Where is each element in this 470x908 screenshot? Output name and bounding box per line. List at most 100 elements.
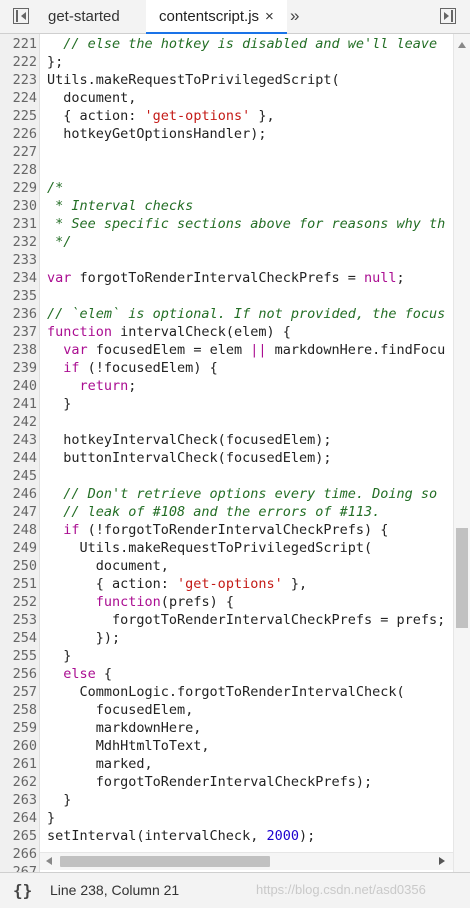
code-token: } — [47, 396, 72, 412]
line-number[interactable]: 239 — [0, 359, 37, 377]
line-number[interactable]: 264 — [0, 809, 37, 827]
line-number[interactable]: 231 — [0, 215, 37, 233]
line-number[interactable]: 249 — [0, 539, 37, 557]
tab-contentscript[interactable]: contentscript.js × — [146, 0, 287, 34]
line-number[interactable]: 251 — [0, 575, 37, 593]
line-number[interactable]: 254 — [0, 629, 37, 647]
toggle-debugger-icon[interactable] — [440, 8, 456, 24]
line-number[interactable]: 248 — [0, 521, 37, 539]
code-token: } — [47, 792, 72, 808]
code-token: markdownHere.findFocu — [274, 342, 446, 358]
line-number[interactable]: 246 — [0, 485, 37, 503]
line-number[interactable]: 263 — [0, 791, 37, 809]
line-number[interactable]: 224 — [0, 89, 37, 107]
line-number[interactable]: 227 — [0, 143, 37, 161]
line-number[interactable]: 240 — [0, 377, 37, 395]
vertical-scroll-thumb[interactable] — [456, 528, 468, 628]
line-number[interactable]: 257 — [0, 683, 37, 701]
line-number[interactable]: 223 — [0, 71, 37, 89]
line-number[interactable]: 259 — [0, 719, 37, 737]
line-number[interactable]: 247 — [0, 503, 37, 521]
cursor-position: Line 238, Column 21 — [50, 882, 180, 898]
line-number[interactable]: 241 — [0, 395, 37, 413]
toggle-navigator-icon[interactable] — [13, 8, 29, 24]
code-token: (! — [87, 360, 104, 376]
code-token: ); — [315, 432, 332, 448]
line-number[interactable]: 260 — [0, 737, 37, 755]
code-token: ) { — [266, 324, 291, 340]
line-number[interactable]: 244 — [0, 449, 37, 467]
code-text: else { — [47, 665, 112, 683]
line-number[interactable]: 228 — [0, 161, 37, 179]
horizontal-scroll-thumb[interactable] — [60, 856, 270, 867]
code-token: intervalCheck — [120, 324, 226, 340]
code-token: forgotToRenderIntervalCheckPrefs — [79, 270, 340, 286]
line-number[interactable]: 237 — [0, 323, 37, 341]
code-token: MdhHtmlToText, — [47, 738, 210, 754]
line-number[interactable]: 229 — [0, 179, 37, 197]
line-number[interactable]: 235 — [0, 287, 37, 305]
more-tabs-icon[interactable]: » — [290, 0, 299, 34]
scroll-up-icon[interactable] — [458, 42, 466, 48]
code-token: ); — [315, 450, 332, 466]
code-text: forgotToRenderIntervalCheckPrefs = prefs… — [47, 611, 445, 629]
line-number[interactable]: 266 — [0, 845, 37, 863]
code-text: CommonLogic.forgotToRenderIntervalCheck( — [47, 683, 405, 701]
line-number[interactable]: 262 — [0, 773, 37, 791]
code-token: // leak of #108 and the errors of #113. — [47, 504, 381, 520]
code-text: marked, — [47, 755, 153, 773]
code-token: */ — [47, 234, 72, 250]
code-text: MdhHtmlToText, — [47, 737, 210, 755]
code-token: ); — [298, 828, 316, 844]
line-number[interactable]: 245 — [0, 467, 37, 485]
line-number[interactable]: 261 — [0, 755, 37, 773]
line-number[interactable]: 222 — [0, 53, 37, 71]
code-text: markdownHere, — [47, 719, 202, 737]
code-token: , — [185, 702, 194, 718]
scroll-left-icon[interactable] — [46, 857, 52, 865]
close-icon[interactable]: × — [265, 8, 274, 25]
vertical-scrollbar[interactable] — [453, 34, 470, 872]
code-token: prefs — [396, 612, 438, 628]
line-number[interactable]: 221 — [0, 35, 37, 53]
line-number[interactable]: 236 — [0, 305, 37, 323]
line-number[interactable]: 230 — [0, 197, 37, 215]
line-number[interactable]: 258 — [0, 701, 37, 719]
line-number[interactable]: 232 — [0, 233, 37, 251]
tab-get-started[interactable]: get-started — [48, 0, 120, 34]
code-token: ( — [160, 594, 169, 610]
code-token: document, — [47, 558, 169, 574]
tab-label: contentscript.js — [159, 8, 260, 25]
scroll-right-icon[interactable] — [439, 857, 445, 865]
code-token: markdownHere, — [47, 720, 202, 736]
line-number[interactable]: 256 — [0, 665, 37, 683]
code-text: focusedElem, — [47, 701, 194, 719]
line-number[interactable]: 265 — [0, 827, 37, 845]
code-text: document, — [47, 89, 136, 107]
line-number[interactable]: 252 — [0, 593, 37, 611]
line-number[interactable]: 267 — [0, 863, 37, 872]
line-number[interactable]: 243 — [0, 431, 37, 449]
pretty-print-button[interactable]: {} — [13, 881, 32, 900]
tab-label: get-started — [48, 8, 120, 25]
line-number[interactable]: 238 — [0, 341, 37, 359]
code-token: forgotToRenderIntervalCheckPrefs = — [47, 612, 397, 628]
code-token: focusedElem — [225, 450, 316, 466]
code-token: // Don't retrieve options every time. Do… — [47, 486, 438, 502]
code-text: var forgotToRenderIntervalCheckPrefs = n… — [47, 269, 405, 287]
line-number[interactable]: 226 — [0, 125, 37, 143]
line-number[interactable]: 242 — [0, 413, 37, 431]
code-editor[interactable]: 221 // else the hotkey is disabled and w… — [0, 34, 470, 872]
line-number[interactable]: 233 — [0, 251, 37, 269]
line-number[interactable]: 250 — [0, 557, 37, 575]
code-token: // `elem` is optional. If not provided, … — [47, 306, 446, 322]
line-number[interactable]: 225 — [0, 107, 37, 125]
code-token: }, — [282, 576, 308, 592]
code-token: = — [339, 270, 364, 286]
code-token: 'get-options' — [177, 576, 283, 592]
line-number[interactable]: 234 — [0, 269, 37, 287]
line-number[interactable]: 253 — [0, 611, 37, 629]
horizontal-scrollbar[interactable] — [40, 852, 453, 870]
code-text: { action: 'get-options' }, — [47, 575, 307, 593]
line-number[interactable]: 255 — [0, 647, 37, 665]
